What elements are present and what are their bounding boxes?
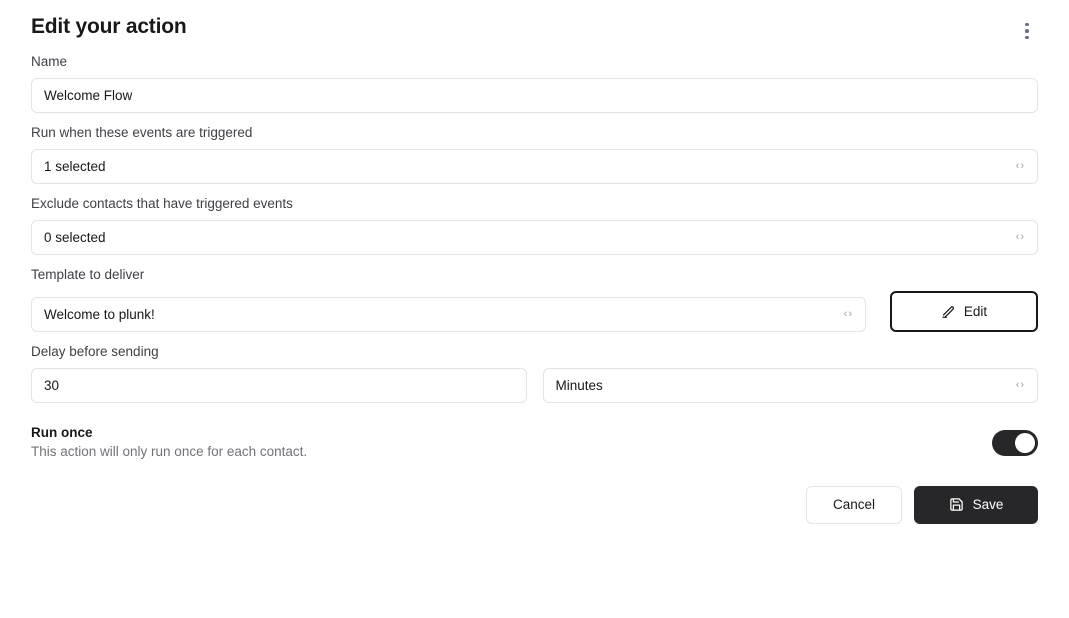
run-once-description: This action will only run once for each … [31,443,308,459]
kebab-dot [1025,35,1029,40]
left-right-chevron-icon: ‹› [1015,160,1025,172]
run-once-title: Run once [31,425,93,440]
exclude-events-label: Exclude contacts that have triggered eve… [31,196,293,211]
template-label: Template to deliver [31,267,145,282]
template-select-wrap: Welcome to plunk! ‹› [31,297,866,332]
delay-label: Delay before sending [31,344,159,359]
kebab-dot [1025,29,1029,33]
footer-actions: Cancel Save [31,485,1038,524]
floppy-disk-icon [949,497,964,512]
edit-template-label: Edit [963,304,988,319]
kebab-menu-icon[interactable] [1016,18,1038,44]
run-once-row: Run once This action will only run once … [31,425,1038,461]
page-title: Edit your action [31,15,187,38]
template-row: Welcome to plunk! ‹› Edit [31,291,1038,332]
template-value: Welcome to plunk! [44,307,155,322]
left-right-chevron-icon: ‹› [1015,379,1025,391]
template-select[interactable]: Welcome to plunk! ‹› [31,297,866,332]
exclude-events-value: 0 selected [44,230,106,245]
exclude-events-select[interactable]: 0 selected ‹› [31,220,1038,255]
edit-template-button[interactable]: Edit [890,291,1038,332]
cancel-button-label: Cancel [832,497,876,513]
edit-action-panel: Edit your action Name Run when these eve… [0,0,1069,618]
exclude-events-field-group: Exclude contacts that have triggered eve… [31,195,1038,255]
delay-row: Minutes ‹› [31,368,1038,403]
kebab-dot [1025,22,1029,27]
delay-unit-select[interactable]: Minutes ‹› [542,368,1038,403]
trigger-events-select[interactable]: 1 selected ‹› [31,149,1038,184]
delay-amount-input[interactable] [31,368,527,403]
save-button-label: Save [972,497,1004,513]
trigger-events-label: Run when these events are triggered [31,125,253,140]
template-field-group: Template to deliver Welcome to plunk! ‹›… [31,266,1038,332]
trigger-events-value: 1 selected [44,159,106,174]
name-input[interactable] [31,78,1038,113]
left-right-chevron-icon: ‹› [1015,231,1025,243]
panel-header: Edit your action [31,0,1038,42]
left-right-chevron-icon: ‹› [843,308,853,320]
name-label: Name [31,54,68,69]
name-field-group: Name [31,53,1038,113]
save-button[interactable]: Save [914,485,1038,524]
pencil-icon [941,304,956,319]
run-once-text: Run once This action will only run once … [31,425,307,461]
trigger-events-field-group: Run when these events are triggered 1 se… [31,124,1038,184]
delay-unit-value: Minutes [555,378,603,393]
run-once-toggle[interactable] [992,429,1038,456]
delay-field-group: Delay before sending Minutes ‹› [31,343,1038,403]
toggle-knob [1015,432,1035,453]
cancel-button[interactable]: Cancel [806,485,902,524]
